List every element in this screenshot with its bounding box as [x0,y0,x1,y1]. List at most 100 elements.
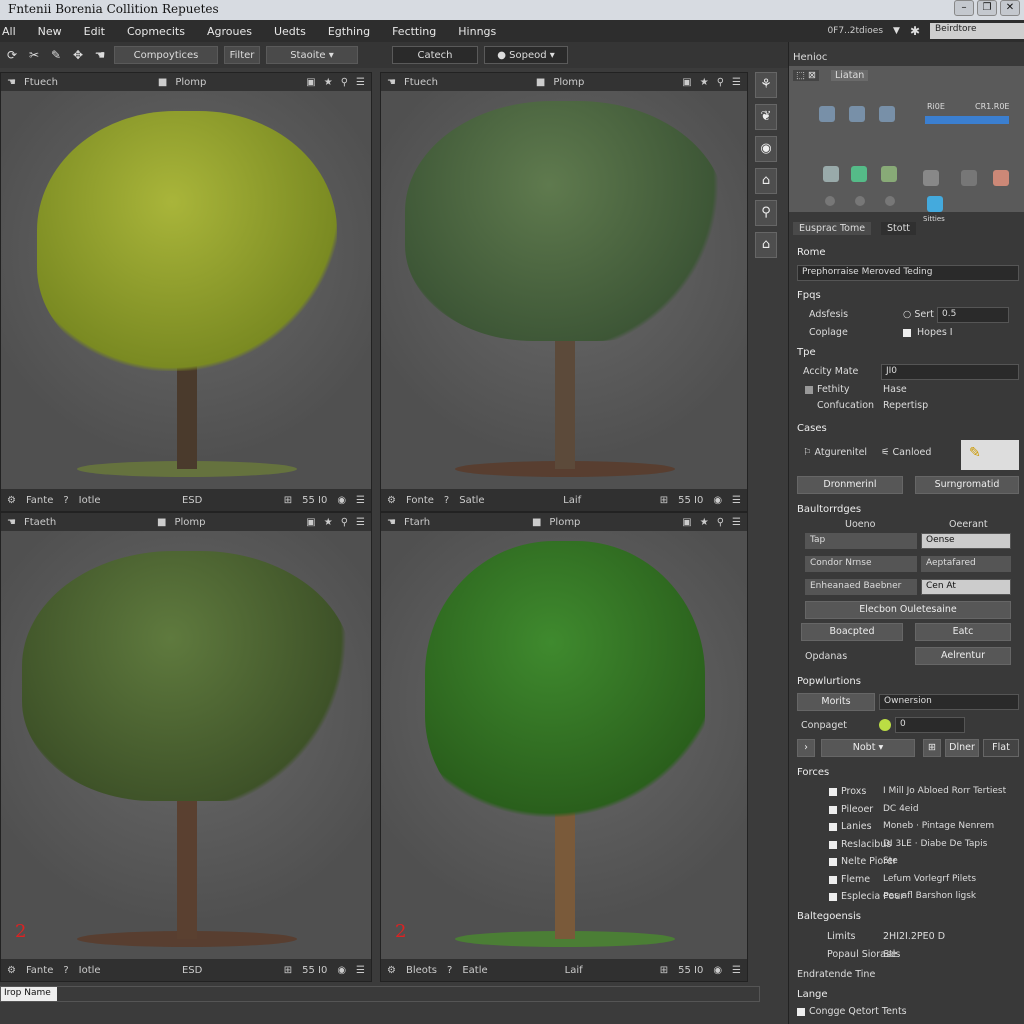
star-icon[interactable]: ★ [700,77,709,88]
eye-icon[interactable]: ◉ [755,136,777,162]
morris-field[interactable]: Ownersion [879,694,1019,710]
hand-icon[interactable]: ☚ [7,77,16,88]
star-icon[interactable]: ★ [324,77,333,88]
minimize-icon[interactable]: – [954,0,974,16]
asset-tab[interactable]: Liatan [831,70,869,81]
tree-tool-icon[interactable]: ⚘ [755,72,777,98]
grid-icon[interactable]: ⊞ [284,495,292,506]
flat-button[interactable]: Flat [983,739,1019,757]
move-icon[interactable]: ✥ [70,47,86,63]
viewport-panel[interactable]: ☚ Ftaeth ■ Plomp ▣ ★ ⚲ ☰ 2 ⚙ Fante ? Iot… [0,512,372,982]
grid-icon[interactable]: ⊞ [660,495,668,506]
force-checkbox[interactable] [829,858,837,866]
leaf-tool-icon[interactable]: ❦ [755,104,777,130]
force-checkbox[interactable] [829,805,837,814]
image-icon[interactable]: ▣ [682,77,691,88]
adresis-radio[interactable]: ○ Sert [903,309,934,320]
grid-icon[interactable]: ⊞ [660,965,668,976]
menu-icon[interactable]: ☰ [356,517,365,528]
other-button[interactable]: Dlner [945,739,979,757]
name-field[interactable]: Prephorraise Meroved Teding [797,265,1019,281]
sphere-icon[interactable] [855,196,865,206]
activity-field[interactable]: JI0 [881,364,1019,380]
back-button[interactable]: Eatc [915,623,1011,641]
top-dropdown[interactable]: Oense [921,533,1011,549]
composites-button[interactable]: Compoytices [114,46,218,64]
gear-icon[interactable]: ⚙ [7,495,16,506]
footer-label-a[interactable]: Bleots [406,965,437,976]
gear-icon[interactable]: ⚙ [387,495,396,506]
plant-icon[interactable] [881,166,897,182]
name-input[interactable]: Irop Name [1,987,57,1001]
footer-label-b[interactable]: Satle [459,495,484,506]
pin-icon[interactable]: ⚲ [717,77,724,88]
pin-icon[interactable]: ⚲ [341,517,348,528]
cylinder-icon[interactable] [823,166,839,182]
condition-field[interactable]: Aeptafared [921,556,1011,572]
menu-new[interactable]: New [27,25,73,38]
footer-label-c[interactable]: ESD [182,495,202,506]
chevron-down-icon[interactable]: ▼ [893,26,900,36]
grid-icon[interactable]: ⊞ [923,739,941,757]
force-checkbox[interactable] [829,840,837,849]
adventure-button[interactable]: Aelrentur [915,647,1011,665]
camera-icon[interactable]: ■ [532,517,541,528]
coplage-checkbox[interactable] [903,329,911,337]
pin-icon[interactable]: ⚲ [717,517,724,528]
viewport-panel[interactable]: ☚ Ftuech ■ Plomp ▣ ★ ⚲ ☰ 1 ⚙ Fante ? Iot… [0,72,372,542]
tab-properties[interactable]: Eusprac Tome [793,222,872,235]
play-button[interactable]: › [797,739,815,757]
menu-components[interactable]: Copmecits [116,25,196,38]
menu-fectting[interactable]: Fectting [381,25,447,38]
cube-icon[interactable] [849,106,865,122]
pin-icon[interactable]: ⚲ [341,77,348,88]
hand-icon[interactable]: ☚ [387,517,396,528]
star-icon[interactable]: ★ [324,517,333,528]
menu-all[interactable]: All [0,25,27,38]
accepted-button[interactable]: Boacpted [801,623,903,641]
bottle-icon[interactable] [851,166,867,182]
footer-label-a[interactable]: Fante [26,965,53,976]
tree-render[interactable] [381,91,747,489]
eye-icon[interactable]: ◉ [713,965,722,976]
cube-icon[interactable] [819,106,835,122]
location-icon[interactable]: ⚲ [755,200,777,226]
footer-label-c[interactable]: Laif [563,495,581,506]
menu-icon[interactable]: ☰ [732,517,741,528]
footer-label-b[interactable]: Iotle [79,965,101,976]
home-icon[interactable]: ⌂ [755,232,777,258]
footer-label-a[interactable]: Fante [26,495,53,506]
hand-icon[interactable]: ☚ [387,77,396,88]
hand-icon[interactable]: ☚ [7,517,16,528]
menu-icon[interactable]: ☰ [732,495,741,506]
help-icon[interactable]: ? [63,495,68,506]
morris-button[interactable]: Morits [797,693,875,711]
restore-icon[interactable]: ❐ [977,0,997,16]
water-icon[interactable] [927,196,943,212]
gear-icon[interactable]: ⚙ [7,965,16,976]
menu-agroues[interactable]: Agroues [196,25,263,38]
image-icon[interactable]: ▣ [682,517,691,528]
tree-render[interactable] [381,531,747,959]
grid-icon[interactable]: ⊞ [284,965,292,976]
search-field[interactable]: Beirdtore [930,23,1024,39]
next-dropdown[interactable]: Nobt ▾ [821,739,915,757]
footer-label-c[interactable]: ESD [182,965,202,976]
enhanced-dropdown[interactable]: Cen At [921,579,1011,595]
shape-icon[interactable] [993,170,1009,186]
viewport-panel[interactable]: ☚ Ftarh ■ Plomp ▣ ★ ⚲ ☰ 2 ⚙ Bleots ? Eat… [380,512,748,982]
camera-icon[interactable]: ■ [157,517,166,528]
footer-label-b[interactable]: Eatle [462,965,487,976]
footer-label-b[interactable]: Iotle [79,495,101,506]
menu-edit[interactable]: Edit [73,25,116,38]
gear-icon[interactable]: ⚙ [387,965,396,976]
shading-dropdown[interactable]: Staoite ▾ [266,46,358,64]
force-checkbox[interactable] [829,875,837,884]
menu-hinngs[interactable]: Hinngs [447,25,507,38]
filter-button[interactable]: Filter [224,46,260,64]
help-icon[interactable]: ? [447,965,452,976]
camera-icon[interactable]: ■ [158,77,167,88]
dronmerinl-button[interactable]: Dronmerinl [797,476,903,494]
asset-toolbar-icons[interactable]: ⬚ ⊠ [793,70,819,81]
building-icon[interactable]: ⌂ [755,168,777,194]
